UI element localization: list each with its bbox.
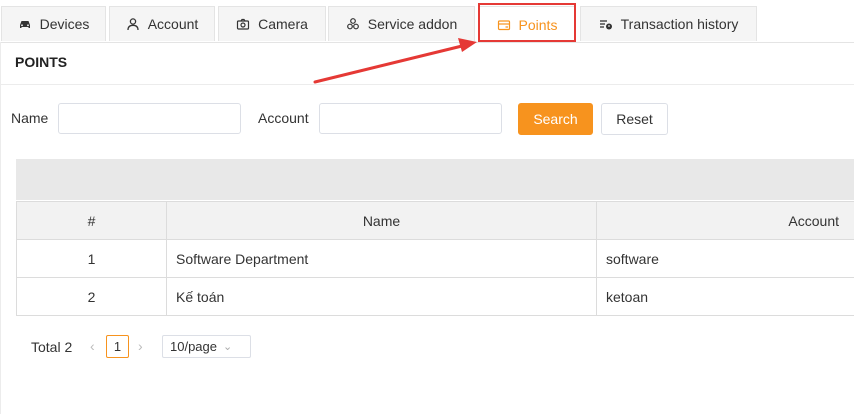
tab-transaction-history[interactable]: Transaction history [580,6,757,41]
tab-transaction-history-label: Transaction history [620,16,739,32]
tab-account-label: Account [147,16,199,32]
tab-points[interactable]: Points [478,6,576,42]
tab-bar: Devices Account Camera Service addon Poi… [0,0,854,43]
row-number: 1 [16,239,167,278]
table-row[interactable]: 2 Kế toán ketoan [16,277,854,316]
row-number: 2 [16,277,167,316]
column-header-account: Account [596,201,854,240]
next-page-icon[interactable]: › [138,338,143,354]
chevron-down-icon: ⌄ [223,341,233,353]
camera-icon [236,17,250,31]
table-row[interactable]: 1 Software Department software [16,239,854,278]
column-header-name: Name [166,201,597,240]
tab-devices-label: Devices [39,16,90,32]
account-input[interactable] [319,103,502,134]
tab-devices[interactable]: Devices [1,6,106,41]
prev-page-icon[interactable]: ‹ [90,338,95,354]
tab-points-label: Points [518,16,558,33]
table-header-row: # Name Account [16,201,854,240]
table-toolbar [16,159,854,200]
wallet-icon [497,18,511,32]
tab-service-addon-label: Service addon [367,16,458,32]
row-name: Software Department [166,239,597,278]
name-label: Name [11,110,49,126]
row-name: Kế toán [166,277,597,316]
tab-camera-label: Camera [258,16,308,32]
left-border [0,42,1,414]
pagination-total: Total 2 [31,339,73,355]
tab-service-addon[interactable]: Service addon [328,6,475,41]
points-table: # Name Account 1 Software Department sof… [16,201,854,316]
row-account: ketoan [596,277,854,316]
tab-account[interactable]: Account [109,6,215,41]
reset-button[interactable]: Reset [601,103,668,135]
car-icon [18,17,32,31]
name-input[interactable] [58,103,241,134]
page-size-value: 10/page [170,339,217,354]
page-number-button[interactable]: 1 [106,335,129,358]
search-button[interactable]: Search [518,103,593,135]
column-header-number: # [16,201,167,240]
account-label: Account [258,110,309,126]
tab-camera[interactable]: Camera [218,6,326,41]
user-icon [126,17,140,31]
page-size-select[interactable]: 10/page ⌄ [162,335,251,358]
title-divider [0,84,854,85]
transaction-icon [599,17,613,31]
row-account: software [596,239,854,278]
page-title: POINTS [15,54,68,70]
service-addon-icon [346,17,360,31]
